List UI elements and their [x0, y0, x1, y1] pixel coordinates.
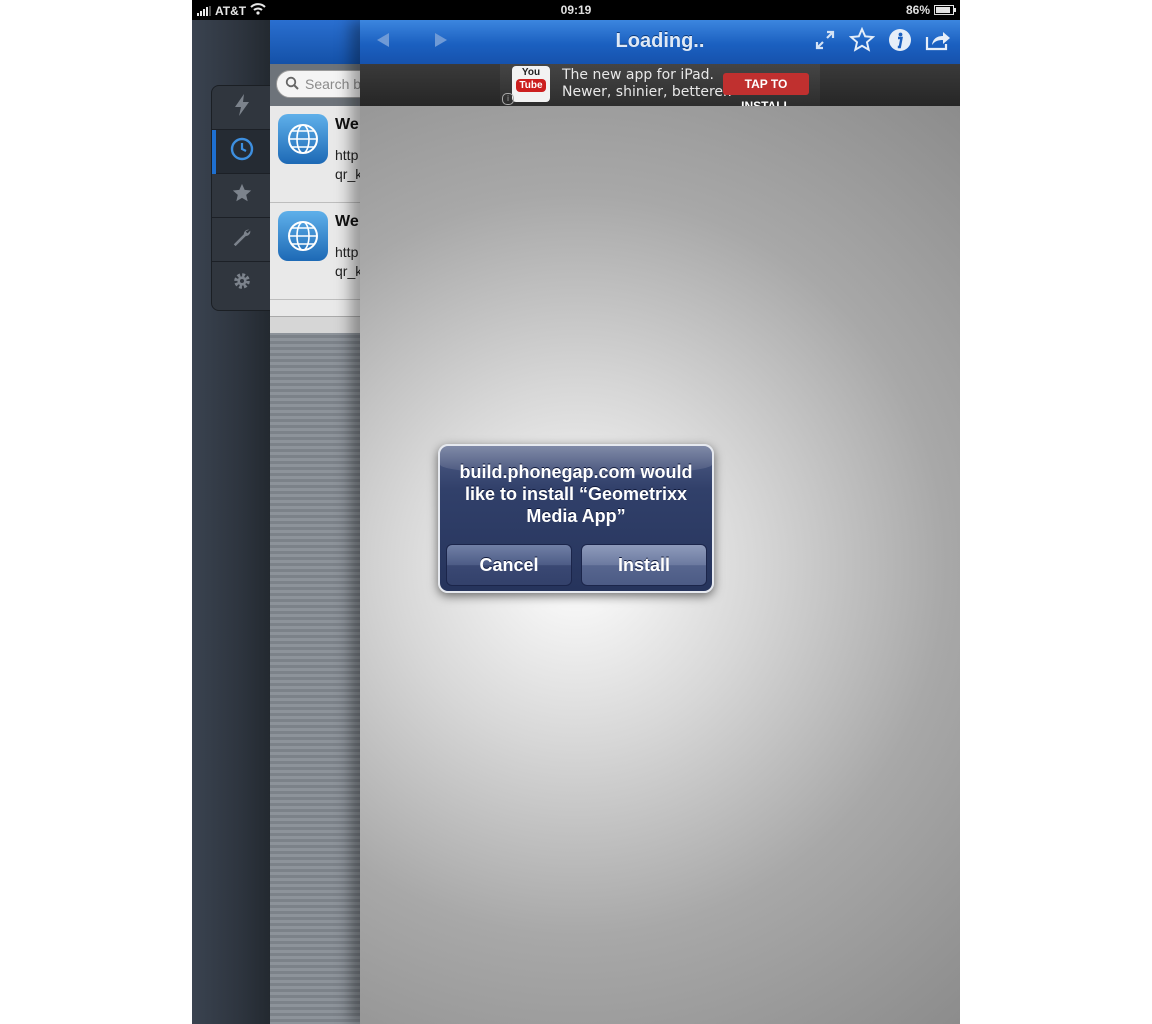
star-icon — [231, 182, 253, 210]
battery-percent: 86% — [905, 3, 930, 17]
bookmark-button[interactable] — [847, 26, 877, 58]
status-bar: AT&T 09:19 86% — [192, 0, 960, 20]
battery-level — [936, 7, 950, 13]
ad-text: The new app for iPad. Newer, shinier, be… — [562, 67, 732, 101]
info-button[interactable] — [885, 28, 915, 56]
sidebar-tab-quick[interactable] — [212, 86, 272, 130]
ad-line-1: The new app for iPad. — [562, 67, 714, 83]
ad-info-icon[interactable]: i — [502, 93, 514, 105]
ad-banner[interactable]: You Tube The new app for iPad. Newer, sh… — [500, 64, 820, 113]
info-icon — [887, 27, 913, 58]
alert-message: build.phonegap.com would like to install… — [459, 462, 693, 526]
clock-icon — [230, 137, 254, 167]
ad-install-button[interactable]: TAP TO INSTALL — [723, 73, 809, 113]
ad-bar: You Tube The new app for iPad. Newer, sh… — [360, 64, 960, 113]
app-sidebar — [192, 20, 273, 1024]
gear-icon — [231, 270, 253, 298]
history-item-title: We — [335, 116, 359, 133]
battery-icon — [934, 5, 956, 15]
sidebar-tab-history[interactable] — [212, 130, 272, 174]
ad-line-2: Newer, shinier, betterer. — [562, 84, 732, 100]
lightning-icon — [232, 93, 252, 123]
wrench-icon — [231, 226, 253, 254]
search-placeholder: Search b — [305, 76, 362, 92]
sidebar-tab-bookmarks[interactable] — [212, 174, 272, 218]
install-alert-dialog: build.phonegap.com would like to install… — [438, 444, 714, 593]
history-item-url: http qr_k — [335, 147, 363, 182]
globe-icon — [278, 114, 328, 164]
history-item-title: We — [335, 213, 359, 230]
fullscreen-button[interactable] — [810, 28, 840, 56]
youtube-logo: You Tube — [512, 66, 550, 102]
expand-icon — [814, 29, 836, 56]
sidebar-tab-settings[interactable] — [212, 262, 272, 306]
globe-icon — [278, 211, 328, 261]
status-time: 09:19 — [560, 3, 592, 17]
share-button[interactable] — [922, 28, 954, 56]
search-icon — [285, 76, 299, 93]
sidebar-tab-tools[interactable] — [212, 218, 272, 262]
install-button[interactable]: Install — [581, 544, 707, 586]
cancel-button[interactable]: Cancel — [446, 544, 572, 586]
history-item-url: http qr_k — [335, 244, 363, 279]
sidebar-tabs — [211, 85, 273, 311]
star-outline-icon — [848, 26, 876, 58]
browser-navbar: Loading.. — [360, 20, 960, 65]
share-icon — [924, 28, 952, 57]
